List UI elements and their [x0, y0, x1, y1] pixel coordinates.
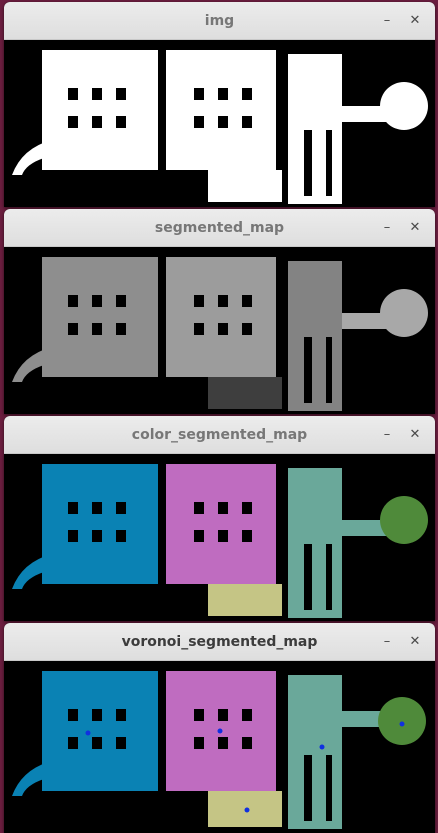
voronoi-center-marker	[85, 730, 91, 736]
window-titlebar[interactable]: img – ✕	[4, 2, 435, 40]
window-titlebar[interactable]: voronoi_segmented_map – ✕	[4, 623, 435, 661]
voronoi-center-marker	[399, 721, 405, 727]
minimize-icon[interactable]: –	[375, 416, 399, 454]
color-segmented-canvas	[4, 454, 435, 621]
window-title: voronoi_segmented_map	[121, 634, 318, 650]
image-canvas	[4, 40, 435, 207]
color-segmented-map-image	[4, 454, 435, 621]
window-voronoi-segmented-map: voronoi_segmented_map – ✕	[4, 623, 435, 833]
segmented-map-image	[4, 247, 435, 414]
close-icon[interactable]: ✕	[403, 416, 427, 454]
close-icon[interactable]: ✕	[403, 2, 427, 40]
window-segmented-map: segmented_map – ✕	[4, 209, 435, 414]
voronoi-canvas	[4, 661, 435, 833]
window-title: color_segmented_map	[131, 427, 308, 443]
window-title: segmented_map	[154, 220, 285, 236]
minimize-icon[interactable]: –	[375, 623, 399, 661]
window-img: img – ✕	[4, 2, 435, 207]
close-icon[interactable]: ✕	[403, 623, 427, 661]
voronoi-segmented-map-image	[4, 661, 435, 833]
minimize-icon[interactable]: –	[375, 2, 399, 40]
minimize-icon[interactable]: –	[375, 209, 399, 247]
voronoi-center-marker	[217, 728, 223, 734]
window-titlebar[interactable]: color_segmented_map – ✕	[4, 416, 435, 454]
map-image	[4, 40, 435, 207]
voronoi-center-marker	[319, 744, 325, 750]
voronoi-center-marker	[244, 807, 250, 813]
window-titlebar[interactable]: segmented_map – ✕	[4, 209, 435, 247]
close-icon[interactable]: ✕	[403, 209, 427, 247]
window-color-segmented-map: color_segmented_map – ✕	[4, 416, 435, 621]
window-title: img	[204, 13, 235, 29]
segmented-canvas	[4, 247, 435, 414]
